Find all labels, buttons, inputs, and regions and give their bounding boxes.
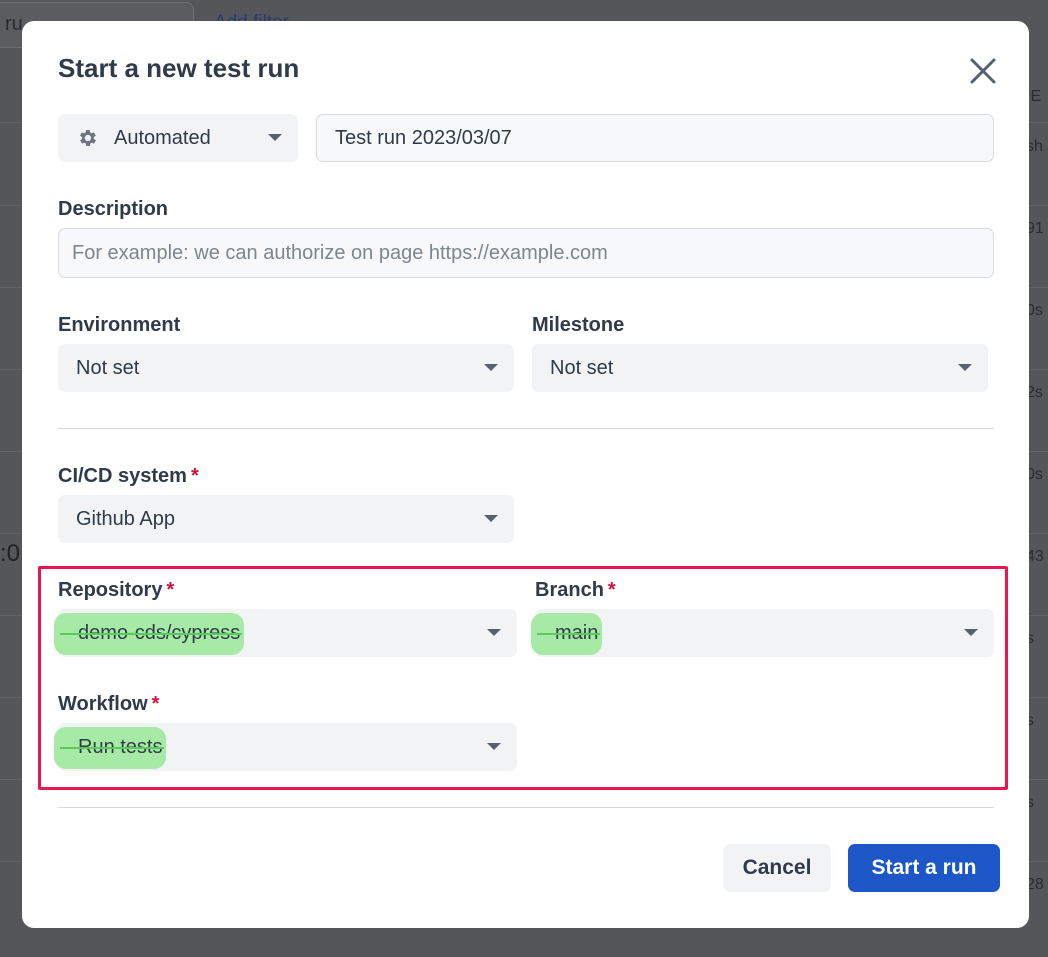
chevron-down-icon	[268, 134, 282, 141]
branch-label-text: Branch	[535, 579, 604, 601]
repository-label: Repository *	[58, 579, 174, 602]
repository-select[interactable]: demo-cds/cypress	[53, 609, 517, 657]
cicd-value: Github App	[76, 507, 175, 530]
background-cell: 28	[1026, 876, 1044, 893]
chevron-down-icon	[958, 364, 972, 371]
run-type-value: Automated	[114, 126, 211, 149]
branch-value: main	[555, 621, 599, 644]
start-run-button[interactable]: Start a run	[848, 844, 1000, 892]
repository-value: demo-cds/cypress	[78, 621, 241, 644]
workflow-value: Run tests	[78, 735, 163, 758]
background-cell: 0s	[1026, 466, 1043, 483]
required-marker: *	[607, 579, 616, 601]
description-label: Description	[58, 198, 169, 220]
background-cell: :0	[0, 540, 21, 567]
description-input[interactable]: For example: we can authorize on page ht…	[58, 228, 994, 278]
background-cell: s	[1026, 712, 1034, 729]
dialog-title: Start a new test run	[58, 53, 300, 83]
footer-divider	[58, 807, 994, 808]
description-placeholder: For example: we can authorize on page ht…	[72, 241, 608, 264]
close-button[interactable]	[966, 54, 1000, 88]
background-column-header: IE	[1026, 88, 1042, 105]
cicd-select[interactable]: Github App	[58, 495, 514, 543]
close-icon	[970, 58, 996, 84]
cancel-button[interactable]: Cancel	[723, 844, 831, 892]
chevron-down-icon	[487, 629, 501, 636]
environment-label: Environment	[58, 314, 181, 336]
workflow-label-text: Workflow	[58, 693, 148, 715]
chevron-down-icon	[484, 364, 498, 371]
required-marker: *	[190, 465, 199, 487]
background-cell: sh	[1026, 138, 1043, 155]
milestone-value: Not set	[550, 356, 614, 379]
section-divider	[58, 428, 994, 429]
highlight-marker: demo-cds/cypress	[53, 612, 245, 655]
background-cell: 43	[1026, 548, 1044, 565]
run-name-value: Test run 2023/03/07	[335, 126, 512, 149]
gear-icon	[80, 130, 96, 146]
required-marker: *	[151, 693, 160, 715]
start-test-run-dialog: Start a new test run Automated Test run …	[22, 21, 1029, 928]
environment-value: Not set	[76, 356, 140, 379]
chevron-down-icon	[487, 743, 501, 750]
run-type-select[interactable]: Automated	[58, 114, 298, 162]
cicd-label: CI/CD system *	[58, 465, 199, 488]
required-marker: *	[166, 579, 175, 601]
background-cell: 91	[1026, 220, 1044, 237]
branch-select[interactable]: main	[530, 609, 994, 657]
workflow-select[interactable]: Run tests	[53, 723, 517, 771]
highlight-marker: Run tests	[53, 726, 167, 769]
chevron-down-icon	[484, 515, 498, 522]
background-cell: 2s	[1026, 384, 1043, 401]
environment-select[interactable]: Not set	[58, 344, 514, 392]
workflow-label: Workflow *	[58, 693, 159, 716]
background-cell: 0s	[1026, 302, 1043, 319]
run-name-input[interactable]: Test run 2023/03/07	[316, 114, 994, 162]
background-cell: s	[1026, 794, 1034, 811]
milestone-select[interactable]: Not set	[532, 344, 988, 392]
highlight-marker: main	[530, 612, 603, 655]
repository-label-text: Repository	[58, 579, 163, 601]
branch-label: Branch *	[535, 579, 616, 602]
chevron-down-icon	[964, 629, 978, 636]
background-cell: s	[1026, 630, 1034, 647]
background-search-text: ru	[5, 13, 23, 35]
milestone-label: Milestone	[532, 314, 625, 336]
cicd-label-text: CI/CD system	[58, 465, 187, 487]
